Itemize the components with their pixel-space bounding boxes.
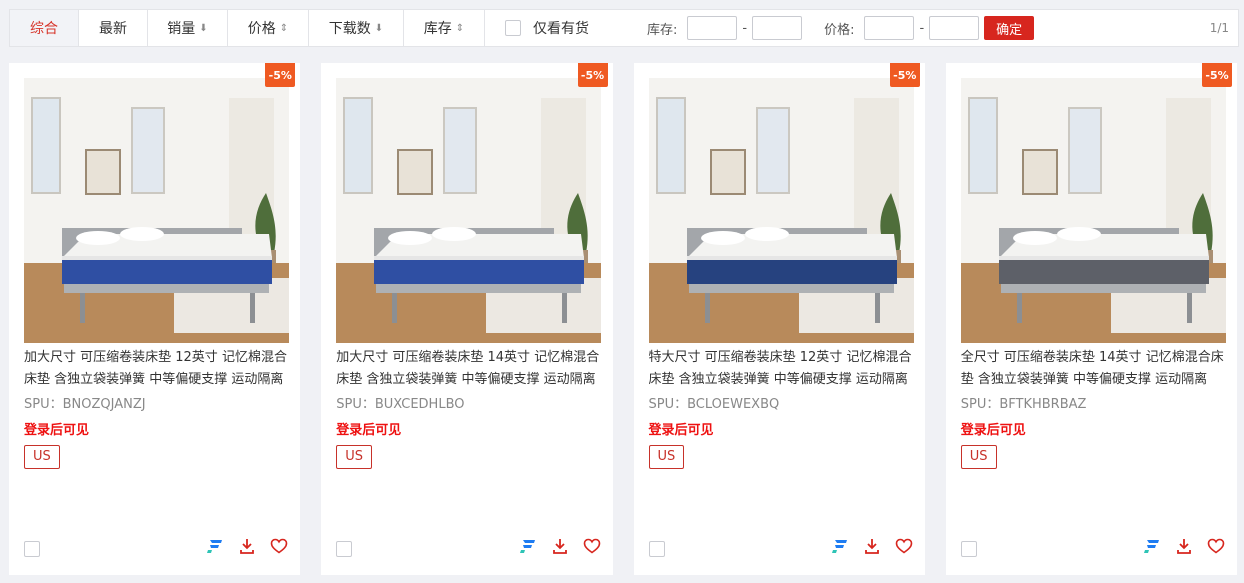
card-actions [519, 537, 601, 555]
sort-tab-newest[interactable]: 最新 [79, 10, 148, 46]
stock-min-input[interactable] [687, 16, 738, 40]
bedroom-photo [960, 78, 1226, 343]
product-spu: SPU：BCLOEWEXBQ [648, 397, 780, 412]
stock-range-filter: 库存: - [647, 16, 803, 40]
login-to-view-price[interactable]: 登录后可见 [24, 419, 89, 438]
price-range-label: 价格: [824, 22, 855, 38]
product-grid: -5% 加大尺寸 可压缩卷装床垫 12英寸 记忆棉混合床垫 含独立袋装弹簧 中等… [9, 63, 1237, 575]
price-range-filter: 价格: - 确定 [824, 16, 1035, 40]
region-tag: US [648, 445, 685, 469]
product-spu: SPU：BNOZQJANZJ [24, 397, 146, 412]
sort-down-icon: ⬇ [374, 22, 384, 34]
brand-f-icon[interactable] [831, 537, 849, 555]
product-title[interactable]: 全尺寸 可压缩卷装床垫 14英寸 记忆棉混合床垫 含独立袋装弹簧 中等偏硬支撑 … [961, 347, 1229, 391]
card-actions [1143, 537, 1225, 555]
in-stock-checkbox[interactable] [505, 20, 521, 36]
sort-tab-price[interactable]: 价格 ⇕ [228, 10, 309, 46]
stock-max-input[interactable] [752, 16, 803, 40]
select-checkbox[interactable] [648, 541, 665, 557]
product-card[interactable]: -5% 加大尺寸 可压缩卷装床垫 12英寸 记忆棉混合床垫 含独立袋装弹簧 中等… [9, 63, 301, 575]
region-tag: US [960, 445, 997, 469]
sort-tab-downloads[interactable]: 下载数 ⬇ [309, 10, 404, 46]
discount-badge: -5% [1202, 63, 1232, 87]
bedroom-photo [24, 78, 289, 343]
login-to-view-price[interactable]: 登录后可见 [961, 419, 1026, 438]
brand-f-icon[interactable] [206, 537, 224, 555]
favorite-heart-icon[interactable] [895, 537, 913, 555]
sort-tab-sales[interactable]: 销量 ⬇ [148, 10, 228, 46]
bedroom-photo [336, 78, 602, 343]
product-title[interactable]: 特大尺寸 可压缩卷装床垫 12英寸 记忆棉混合床垫 含独立袋装弹簧 中等偏硬支撑… [649, 347, 917, 391]
select-checkbox[interactable] [960, 541, 977, 557]
range-dash: - [742, 20, 748, 36]
product-image[interactable] [24, 78, 289, 343]
product-card[interactable]: -5% 加大尺寸 可压缩卷装床垫 14英寸 记忆棉混合床垫 含独立袋装弹簧 中等… [321, 63, 613, 575]
product-card[interactable]: -5% 全尺寸 可压缩卷装床垫 14英寸 记忆棉混合床垫 含独立袋装弹簧 中等偏… [945, 63, 1237, 575]
discount-badge: -5% [889, 63, 920, 87]
in-stock-label: 仅看有货 [533, 21, 589, 37]
filter-toolbar: 综合 最新 销量 ⬇ 价格 ⇕ 下载数 ⬇ 库存 ⇕ 仅看有货 库存: - 价格… [9, 9, 1239, 47]
sort-updown-icon: ⇕ [279, 22, 289, 34]
sort-tab-stock[interactable]: 库存 ⇕ [404, 10, 485, 46]
in-stock-only-filter[interactable]: 仅看有货 [505, 18, 589, 38]
product-card[interactable]: -5% 特大尺寸 可压缩卷装床垫 12英寸 记忆棉混合床垫 含独立袋装弹簧 中等… [633, 63, 925, 575]
card-actions [206, 537, 288, 555]
sort-updown-icon: ⇕ [455, 22, 465, 34]
card-actions [831, 537, 913, 555]
brand-f-icon[interactable] [1143, 537, 1161, 555]
sort-down-icon: ⬇ [199, 22, 208, 34]
sort-tab-label: 综合 [30, 21, 58, 37]
stock-range-label: 库存: [647, 22, 678, 38]
favorite-heart-icon[interactable] [1207, 537, 1225, 555]
product-title[interactable]: 加大尺寸 可压缩卷装床垫 14英寸 记忆棉混合床垫 含独立袋装弹簧 中等偏硬支撑… [336, 347, 604, 391]
sort-tab-label: 价格 [247, 21, 276, 37]
login-to-view-price[interactable]: 登录后可见 [649, 419, 714, 438]
select-checkbox[interactable] [336, 541, 353, 557]
brand-f-icon[interactable] [519, 537, 537, 555]
sort-tab-label: 销量 [167, 21, 196, 37]
download-icon[interactable] [238, 537, 256, 555]
region-tag: US [336, 445, 373, 469]
login-to-view-price[interactable]: 登录后可见 [336, 419, 401, 438]
product-image[interactable] [960, 78, 1226, 343]
discount-badge: -5% [265, 63, 296, 87]
product-title[interactable]: 加大尺寸 可压缩卷装床垫 12英寸 记忆棉混合床垫 含独立袋装弹簧 中等偏硬支撑… [24, 347, 292, 391]
sort-tab-label: 库存 [423, 21, 452, 37]
product-spu: SPU：BUXCEDHLBO [336, 397, 465, 412]
select-checkbox[interactable] [24, 541, 40, 557]
product-image[interactable] [336, 78, 602, 343]
sort-tab-label: 下载数 [328, 21, 371, 37]
sort-tab-label: 最新 [99, 21, 127, 37]
download-icon[interactable] [863, 537, 881, 555]
sort-tab-comprehensive[interactable]: 综合 [10, 10, 79, 46]
discount-badge: -5% [577, 63, 608, 87]
confirm-button[interactable]: 确定 [984, 16, 1035, 40]
product-image[interactable] [648, 78, 914, 343]
product-spu: SPU：BFTKHBRBAZ [960, 397, 1087, 412]
region-tag: US [24, 445, 60, 469]
price-min-input[interactable] [864, 16, 915, 40]
price-max-input[interactable] [929, 16, 980, 40]
favorite-heart-icon[interactable] [583, 537, 601, 555]
range-dash: - [919, 20, 925, 36]
download-icon[interactable] [1175, 537, 1193, 555]
bedroom-photo [648, 78, 914, 343]
download-icon[interactable] [551, 537, 569, 555]
page-indicator: 1/1 [1209, 21, 1229, 35]
favorite-heart-icon[interactable] [270, 537, 288, 555]
